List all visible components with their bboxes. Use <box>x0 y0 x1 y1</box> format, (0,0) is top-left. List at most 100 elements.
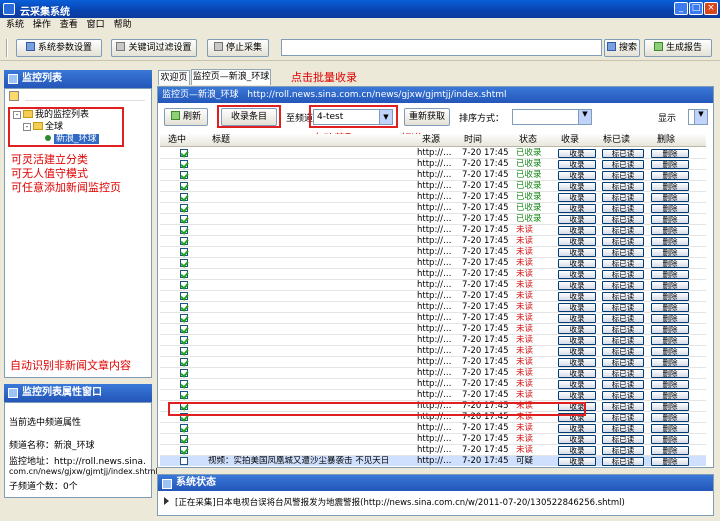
row-collect-button[interactable]: 收录 <box>558 215 596 224</box>
row-collect-button[interactable]: 收录 <box>558 325 596 334</box>
row-delete-button[interactable]: 删除 <box>651 149 689 158</box>
row-delete-button[interactable]: 删除 <box>651 435 689 444</box>
row-collect-button[interactable]: 收录 <box>558 424 596 433</box>
row-delete-button[interactable]: 删除 <box>651 424 689 433</box>
row-collect-button[interactable]: 收录 <box>558 380 596 389</box>
row-checkbox[interactable] <box>180 160 188 168</box>
row-delete-button[interactable]: 删除 <box>651 347 689 356</box>
maximize-button[interactable]: □ <box>689 2 703 15</box>
row-checkbox[interactable] <box>180 226 188 234</box>
sort-select[interactable]: ▼ <box>512 109 592 125</box>
table-row[interactable]: http://… 7-20 17:45 已收录 收录 标已读 删除 <box>160 181 706 192</box>
table-row[interactable]: http://… 7-20 17:45 未读 收录 标已读 删除 <box>160 269 706 280</box>
col-mark-read[interactable]: 标已读 <box>603 134 630 147</box>
minimize-button[interactable]: _ <box>674 2 688 15</box>
tab-monitor[interactable]: 监控页—新浪_环球 <box>191 69 271 85</box>
row-delete-button[interactable]: 删除 <box>651 259 689 268</box>
col-collect[interactable]: 收录 <box>561 134 579 147</box>
col-select[interactable]: 选中 <box>168 134 186 147</box>
row-checkbox[interactable] <box>180 270 188 278</box>
col-source[interactable]: 来源 <box>422 134 440 147</box>
row-delete-button[interactable]: 删除 <box>651 336 689 345</box>
table-row[interactable]: http://… 7-20 17:45 未读 收录 标已读 删除 <box>160 258 706 269</box>
row-mark-read-button[interactable]: 标已读 <box>602 270 644 279</box>
refresh-button[interactable]: 刷新 <box>164 108 208 126</box>
row-collect-button[interactable]: 收录 <box>558 358 596 367</box>
row-mark-read-button[interactable]: 标已读 <box>602 325 644 334</box>
row-checkbox[interactable] <box>180 369 188 377</box>
stop-collect-button[interactable]: 停止采集 <box>207 39 269 57</box>
row-delete-button[interactable]: 删除 <box>651 413 689 422</box>
table-row[interactable]: http://… 7-20 17:45 未读 收录 标已读 删除 <box>160 368 706 379</box>
row-delete-button[interactable]: 删除 <box>651 248 689 257</box>
table-row[interactable]: http://… 7-20 17:45 未读 收录 标已读 删除 <box>160 357 706 368</box>
row-collect-button[interactable]: 收录 <box>558 336 596 345</box>
row-mark-read-button[interactable]: 标已读 <box>602 424 644 433</box>
row-delete-button[interactable]: 删除 <box>651 237 689 246</box>
row-delete-button[interactable]: 删除 <box>651 402 689 411</box>
row-collect-button[interactable]: 收录 <box>558 303 596 312</box>
row-checkbox[interactable] <box>180 248 188 256</box>
table-row[interactable]: http://… 7-20 17:45 未读 收录 标已读 删除 <box>160 291 706 302</box>
row-collect-button[interactable]: 收录 <box>558 281 596 290</box>
row-delete-button[interactable]: 删除 <box>651 380 689 389</box>
row-delete-button[interactable]: 删除 <box>651 204 689 213</box>
search-input[interactable] <box>281 39 602 56</box>
row-mark-read-button[interactable]: 标已读 <box>602 358 644 367</box>
table-row[interactable]: http://… 7-20 17:45 未读 收录 标已读 删除 <box>160 434 706 445</box>
row-collect-button[interactable]: 收录 <box>558 391 596 400</box>
row-mark-read-button[interactable]: 标已读 <box>602 369 644 378</box>
row-checkbox[interactable] <box>180 204 188 212</box>
row-mark-read-button[interactable]: 标已读 <box>602 380 644 389</box>
close-button[interactable]: × <box>704 2 718 15</box>
table-row[interactable]: http://… 7-20 17:45 已收录 收录 标已读 删除 <box>160 192 706 203</box>
col-status[interactable]: 状态 <box>519 134 537 147</box>
row-mark-read-button[interactable]: 标已读 <box>602 248 644 257</box>
row-checkbox[interactable] <box>180 281 188 289</box>
show-select[interactable]: ▼ <box>688 109 708 125</box>
row-checkbox[interactable] <box>180 193 188 201</box>
table-row[interactable]: http://… 7-20 17:45 未读 收录 标已读 删除 <box>160 225 706 236</box>
row-mark-read-button[interactable]: 标已读 <box>602 160 644 169</box>
row-delete-button[interactable]: 删除 <box>651 270 689 279</box>
row-checkbox[interactable] <box>180 358 188 366</box>
row-mark-read-button[interactable]: 标已读 <box>602 292 644 301</box>
row-mark-read-button[interactable]: 标已读 <box>602 391 644 400</box>
row-checkbox[interactable] <box>180 259 188 267</box>
row-checkbox[interactable] <box>180 292 188 300</box>
table-row[interactable]: http://… 7-20 17:45 未读 收录 标已读 删除 <box>160 423 706 434</box>
row-collect-button[interactable]: 收录 <box>558 446 596 455</box>
row-delete-button[interactable]: 删除 <box>651 182 689 191</box>
row-delete-button[interactable]: 删除 <box>651 391 689 400</box>
row-collect-button[interactable]: 收录 <box>558 226 596 235</box>
row-checkbox[interactable] <box>180 457 188 465</box>
row-mark-read-button[interactable]: 标已读 <box>602 193 644 202</box>
search-button[interactable]: 搜索 <box>604 39 640 57</box>
row-collect-button[interactable]: 收录 <box>558 248 596 257</box>
row-checkbox[interactable] <box>180 435 188 443</box>
row-collect-button[interactable]: 收录 <box>558 160 596 169</box>
pin-icon[interactable] <box>9 91 19 101</box>
row-checkbox[interactable] <box>180 182 188 190</box>
row-delete-button[interactable]: 删除 <box>651 446 689 455</box>
row-delete-button[interactable]: 删除 <box>651 369 689 378</box>
row-delete-button[interactable]: 删除 <box>651 226 689 235</box>
table-row[interactable]: http://… 7-20 17:45 未读 收录 标已读 删除 <box>160 247 706 258</box>
row-collect-button[interactable]: 收录 <box>558 314 596 323</box>
row-mark-read-button[interactable]: 标已读 <box>602 413 644 422</box>
row-delete-button[interactable]: 删除 <box>651 325 689 334</box>
row-mark-read-button[interactable]: 标已读 <box>602 435 644 444</box>
row-collect-button[interactable]: 收录 <box>558 237 596 246</box>
row-mark-read-button[interactable]: 标已读 <box>602 281 644 290</box>
table-row[interactable]: http://… 7-20 17:45 未读 收录 标已读 删除 <box>160 280 706 291</box>
row-mark-read-button[interactable]: 标已读 <box>602 259 644 268</box>
table-row[interactable]: http://… 7-20 17:45 未读 收录 标已读 删除 <box>160 335 706 346</box>
row-checkbox[interactable] <box>180 325 188 333</box>
row-delete-button[interactable]: 删除 <box>651 358 689 367</box>
row-mark-read-button[interactable]: 标已读 <box>602 204 644 213</box>
row-collect-button[interactable]: 收录 <box>558 292 596 301</box>
row-delete-button[interactable]: 删除 <box>651 281 689 290</box>
row-checkbox[interactable] <box>180 347 188 355</box>
row-delete-button[interactable]: 删除 <box>651 215 689 224</box>
row-collect-button[interactable]: 收录 <box>558 369 596 378</box>
